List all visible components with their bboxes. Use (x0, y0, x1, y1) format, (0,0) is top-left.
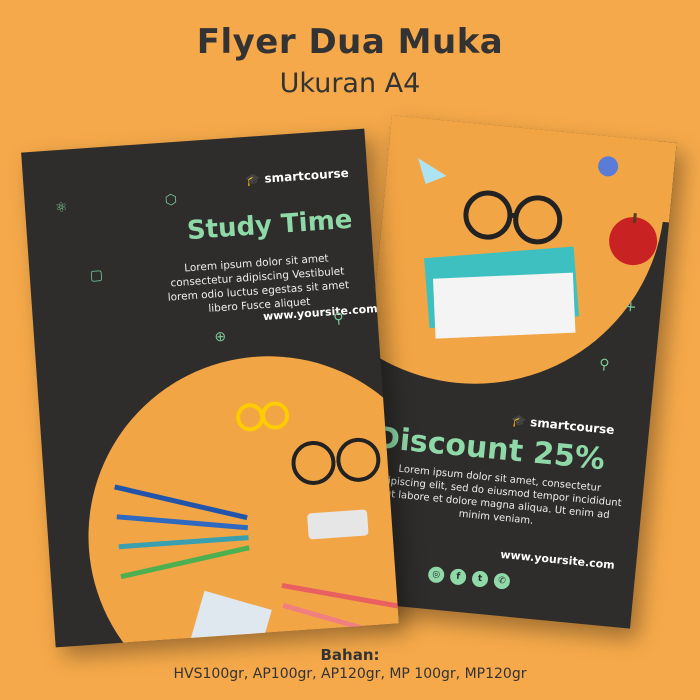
flyer-back: 🎓 smartcourse Discount 25% Lorem ipsum do… (345, 115, 677, 629)
social-icons: ◎ f t ✆ (427, 566, 511, 590)
graduation-cap-icon: 🎓 (245, 171, 261, 187)
atom-doodle: ⚛ (54, 199, 69, 217)
cube-doodle: ▢ (89, 267, 104, 285)
flyer-front: 🎓 smartcourse Study Time Lorem ipsum dolo… (21, 128, 399, 648)
materials-list: HVS100gr, AP100gr, AP120gr, MP 100gr, MP… (173, 666, 527, 682)
graduation-cap-icon: 🎓 (510, 413, 527, 429)
page-subtitle: Ukuran A4 (279, 68, 421, 99)
page-title: Flyer Dua Muka (196, 22, 504, 62)
stationery-illustration (114, 401, 399, 648)
front-brand: 🎓 smartcourse (245, 165, 350, 187)
magnifier-doodle: ⚲ (598, 356, 611, 374)
plus-doodle: + (624, 298, 638, 316)
apple-icon (609, 213, 658, 266)
materials-label: Bahan: (320, 646, 380, 664)
hexagon-doodle: ⬡ (164, 191, 178, 209)
back-brand: 🎓 smartcourse (510, 413, 616, 438)
back-site: www.yoursite.com (499, 547, 616, 572)
magnifier-doodle: ⚲ (332, 310, 345, 328)
instagram-icon[interactable]: ◎ (427, 566, 445, 584)
globe-doodle: ⊕ (213, 328, 227, 346)
facebook-icon[interactable]: f (449, 568, 467, 586)
front-headline: Study Time (185, 204, 354, 247)
twitter-icon[interactable]: t (471, 570, 489, 588)
whatsapp-icon[interactable]: ✆ (493, 572, 511, 590)
front-photo-circle (76, 344, 399, 648)
